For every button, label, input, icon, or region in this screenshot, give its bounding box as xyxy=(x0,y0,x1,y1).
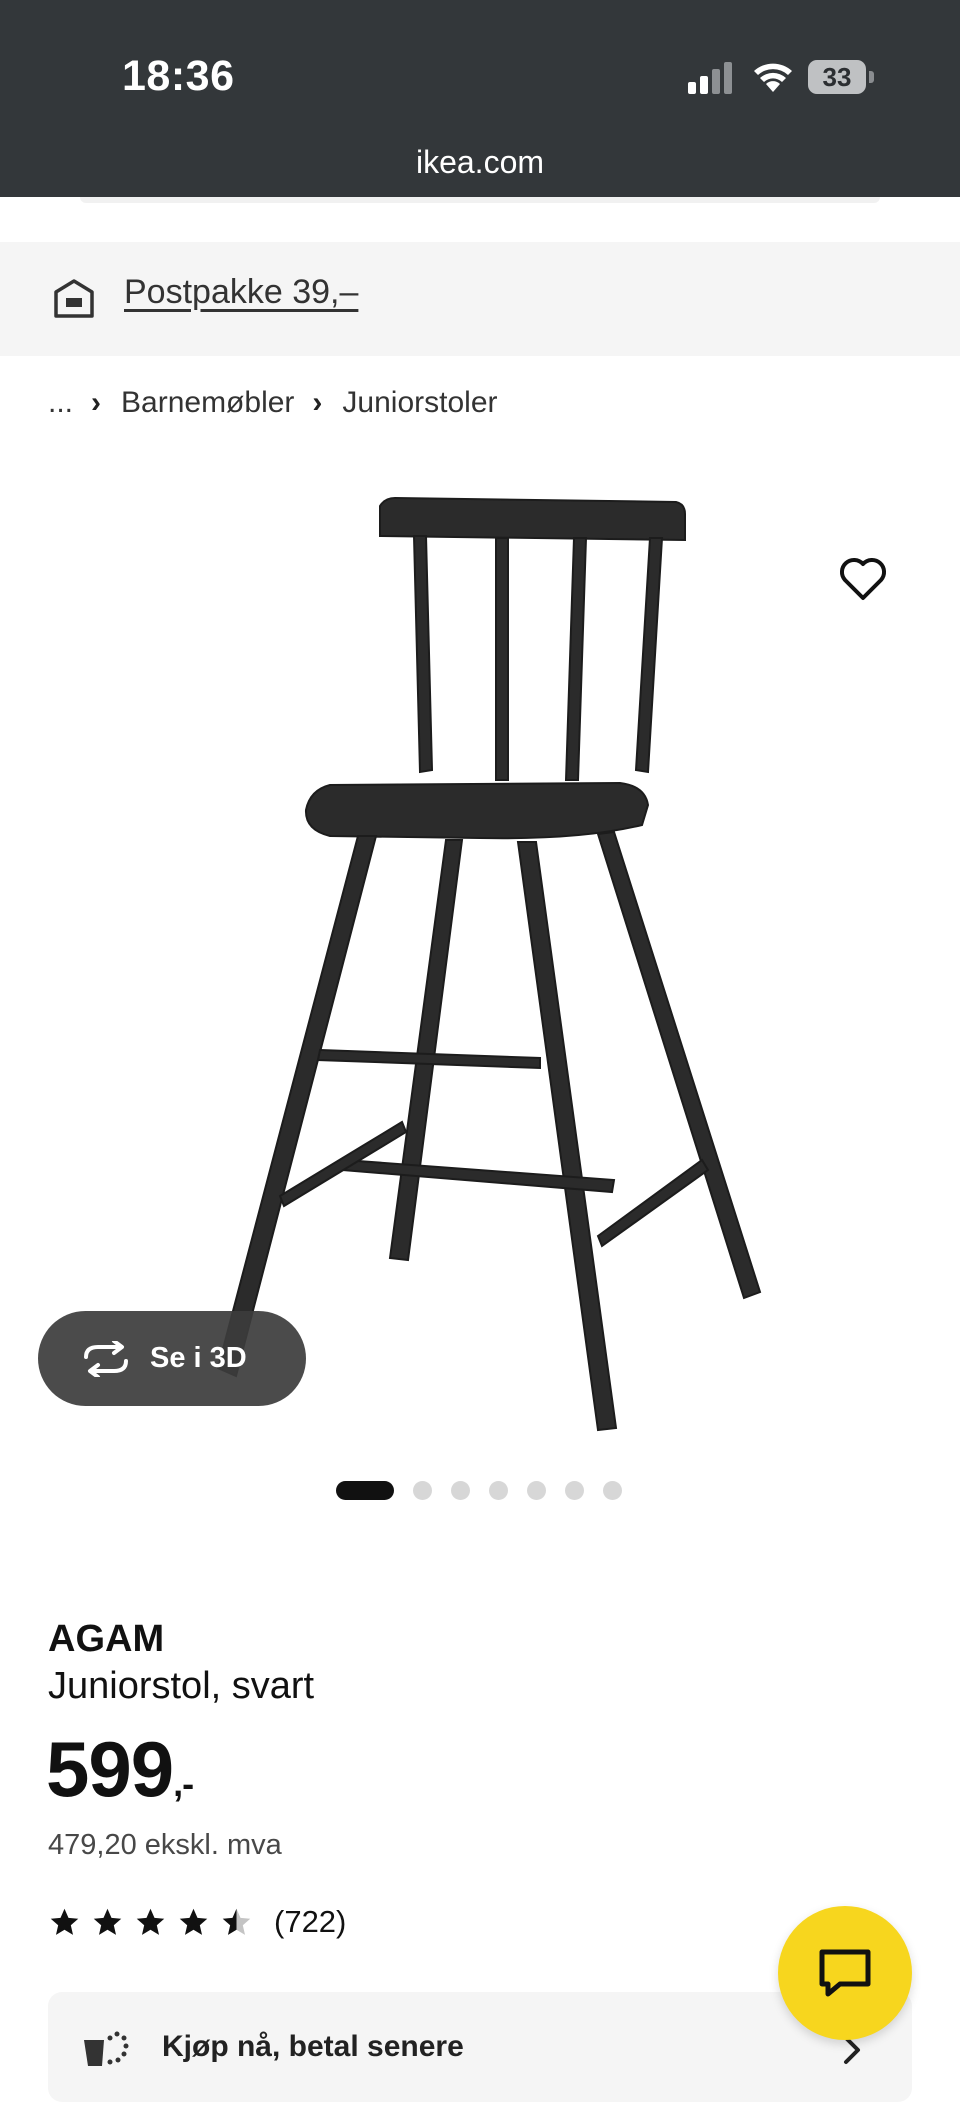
battery-indicator: 33 xyxy=(808,60,874,94)
review-count[interactable]: (722) xyxy=(274,1904,346,1940)
carousel-dot[interactable] xyxy=(489,1481,508,1500)
star-full-icon xyxy=(50,1908,79,1935)
star-full-icon xyxy=(179,1908,208,1935)
chat-button[interactable] xyxy=(778,1906,912,2040)
star-half-icon xyxy=(222,1908,251,1935)
carousel-dot[interactable] xyxy=(527,1481,546,1500)
rating-stars[interactable] xyxy=(48,1906,263,1939)
view-3d-label: Se i 3D xyxy=(150,1342,247,1374)
breadcrumb-ellipsis[interactable]: ... xyxy=(48,386,73,420)
carousel-dot[interactable] xyxy=(413,1481,432,1500)
star-full-icon xyxy=(93,1908,122,1935)
browser-url[interactable]: ikea.com xyxy=(0,144,960,181)
chevron-right-icon: › xyxy=(312,386,323,419)
delivery-box-icon xyxy=(54,279,94,318)
header-divider xyxy=(80,197,880,203)
heart-icon[interactable] xyxy=(838,556,888,602)
chevron-right-icon: › xyxy=(91,386,102,419)
product-brand: AGAM xyxy=(48,1618,165,1660)
product-price: 599,- xyxy=(46,1724,194,1815)
carousel-dot[interactable] xyxy=(451,1481,470,1500)
chat-bubble-icon xyxy=(819,1949,871,1997)
product-image[interactable] xyxy=(180,480,780,1440)
carousel-dot[interactable] xyxy=(565,1481,584,1500)
breadcrumb: ... › Barnemøbler › Juniorstoler xyxy=(48,386,498,420)
price-ex-vat: 479,20 ekskl. mva xyxy=(48,1829,282,1861)
header-strip xyxy=(0,197,960,242)
carousel-dot[interactable] xyxy=(603,1481,622,1500)
rotate-3d-icon xyxy=(84,1340,128,1377)
cellular-signal-icon xyxy=(688,62,732,94)
breadcrumb-item-juniorstoler[interactable]: Juniorstoler xyxy=(342,386,497,420)
shipping-link[interactable]: Postpakke 39,– xyxy=(124,273,358,312)
price-suffix: ,- xyxy=(173,1763,194,1804)
breadcrumb-item-barnemobler[interactable]: Barnemøbler xyxy=(121,386,294,420)
product-description: Juniorstol, svart xyxy=(48,1665,315,1707)
price-amount: 599 xyxy=(46,1725,174,1813)
wifi-icon xyxy=(754,63,792,92)
shopping-bag-icon xyxy=(84,2031,129,2066)
status-bar: 18:36 33 ikea.com xyxy=(0,0,960,197)
status-time: 18:36 xyxy=(122,52,235,100)
battery-level: 33 xyxy=(822,62,852,92)
star-full-icon xyxy=(136,1908,165,1935)
carousel-dot[interactable] xyxy=(336,1481,394,1500)
view-3d-button[interactable]: Se i 3D xyxy=(38,1311,306,1406)
bnpl-label: Kjøp nå, betal senere xyxy=(162,2030,464,2063)
carousel-indicator xyxy=(336,1481,641,1500)
